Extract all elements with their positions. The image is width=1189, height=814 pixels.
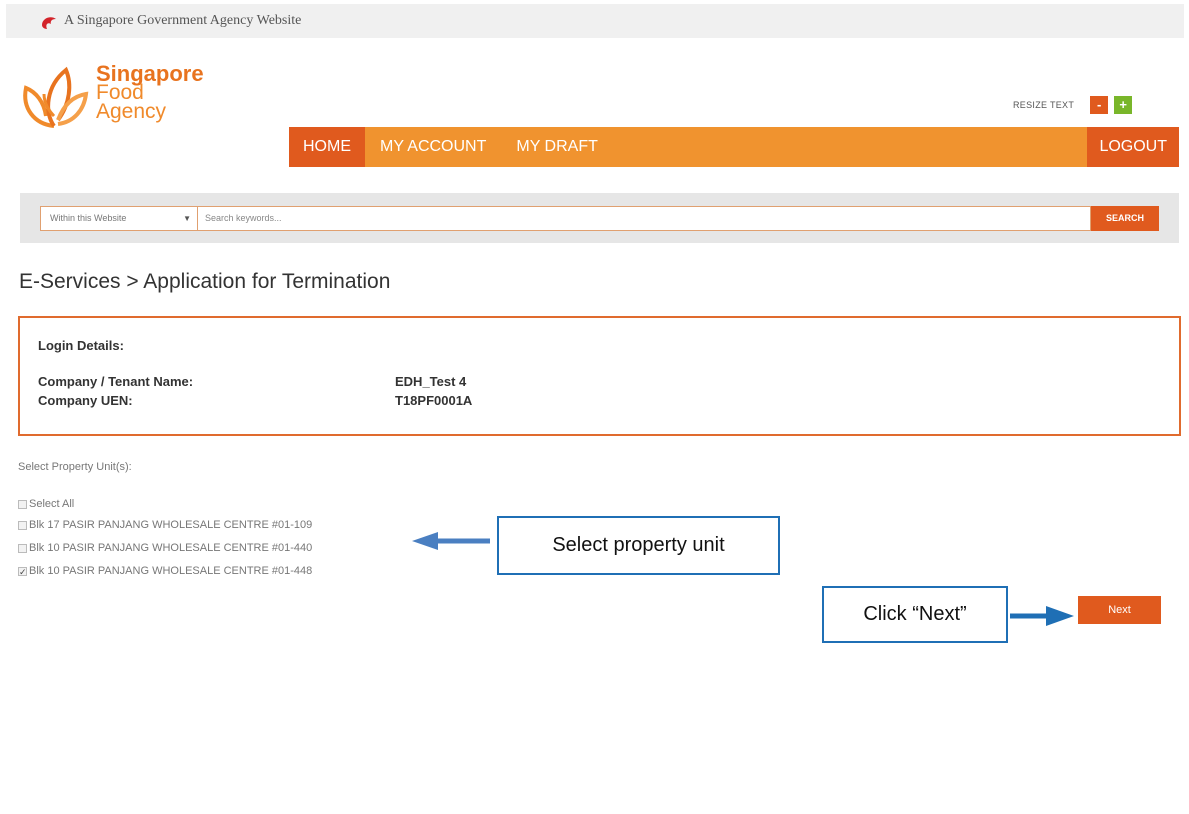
gov-banner: A Singapore Government Agency Website	[6, 4, 1184, 38]
logout-button[interactable]: LOGOUT	[1087, 127, 1179, 167]
nav-home[interactable]: HOME	[289, 127, 365, 167]
unit-checkbox[interactable]	[18, 543, 27, 553]
nav-my-draft[interactable]: MY DRAFT	[501, 127, 612, 167]
main-nav: HOME MY ACCOUNT MY DRAFT LOGOUT	[289, 127, 1179, 167]
login-details-header: Login Details:	[38, 338, 124, 353]
chevron-down-icon: ▼	[183, 214, 191, 223]
sfa-logo-icon	[23, 66, 89, 128]
decrease-text-button[interactable]: -	[1090, 96, 1109, 114]
search-scope-value: Within this Website	[50, 213, 127, 223]
arrow-right-icon	[1010, 606, 1074, 626]
company-name-value: EDH_Test 4	[395, 374, 467, 389]
search-button[interactable]: SEARCH	[1091, 206, 1159, 231]
company-uen-label: Company UEN:	[38, 393, 133, 408]
select-all-option[interactable]: Select All	[18, 498, 74, 510]
login-details-box: Login Details: Company / Tenant Name: ED…	[18, 316, 1181, 436]
lion-head-icon	[42, 17, 56, 29]
nav-my-account[interactable]: MY ACCOUNT	[365, 127, 501, 167]
callout-click-next: Click “Next”	[822, 586, 1008, 643]
resize-text-controls: RESIZE TEXT - +	[1013, 96, 1133, 114]
search-bar: Within this Website ▼ Search keywords...…	[20, 193, 1179, 243]
unit-checkbox[interactable]	[18, 520, 27, 530]
search-input[interactable]: Search keywords...	[198, 206, 1091, 231]
unit-label: Blk 17 PASIR PANJANG WHOLESALE CENTRE #0…	[29, 519, 313, 531]
logo-line3: Agency	[96, 100, 167, 123]
callout-select-unit: Select property unit	[497, 516, 780, 575]
unit-label: Blk 10 PASIR PANJANG WHOLESALE CENTRE #0…	[29, 542, 313, 554]
select-all-label: Select All	[29, 498, 75, 510]
search-scope-select[interactable]: Within this Website ▼	[40, 206, 198, 231]
select-all-checkbox[interactable]	[18, 499, 27, 509]
unit-option[interactable]: ✓ Blk 10 PASIR PANJANG WHOLESALE CENTRE …	[18, 565, 312, 577]
increase-text-button[interactable]: +	[1114, 96, 1133, 114]
sfa-logo-text: Singapore Food Agency	[96, 63, 204, 123]
unit-checkbox-checked[interactable]: ✓	[18, 566, 27, 576]
next-button[interactable]: Next	[1078, 596, 1161, 624]
arrow-left-icon	[412, 532, 490, 550]
select-units-label: Select Property Unit(s):	[18, 461, 132, 473]
company-uen-value: T18PF0001A	[395, 393, 473, 408]
company-name-label: Company / Tenant Name:	[38, 374, 194, 389]
unit-option[interactable]: Blk 10 PASIR PANJANG WHOLESALE CENTRE #0…	[18, 542, 312, 554]
gov-banner-text: A Singapore Government Agency Website	[64, 13, 302, 28]
page-title: E-Services > Application for Termination	[19, 270, 391, 293]
unit-label: Blk 10 PASIR PANJANG WHOLESALE CENTRE #0…	[29, 565, 313, 577]
sfa-logo[interactable]: Singapore Food Agency	[14, 63, 224, 144]
resize-text-label: RESIZE TEXT	[1013, 100, 1075, 110]
unit-option[interactable]: Blk 17 PASIR PANJANG WHOLESALE CENTRE #0…	[18, 519, 312, 531]
